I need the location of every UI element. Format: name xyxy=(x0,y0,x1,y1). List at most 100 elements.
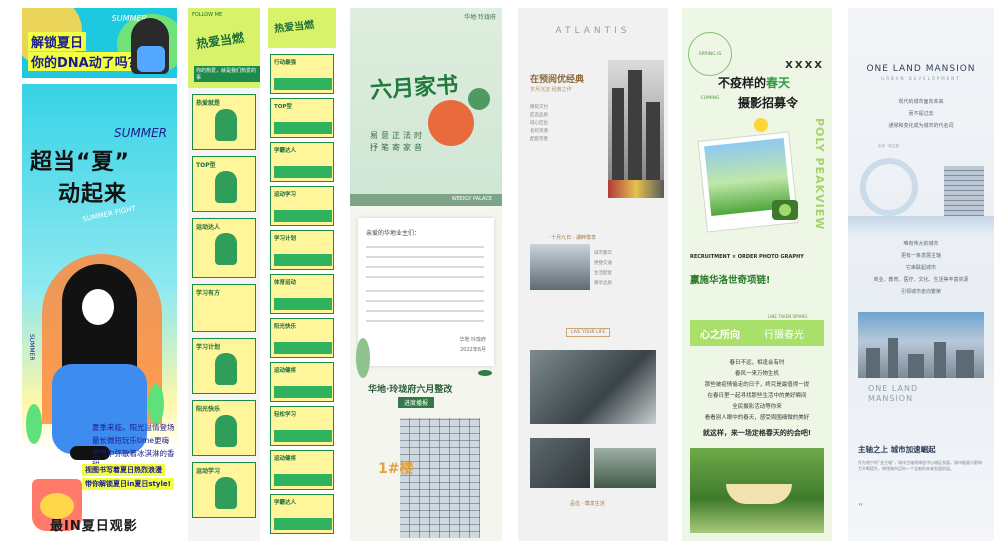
quote-mark: “ xyxy=(858,502,864,513)
education-poster: FOLLOW ME 热爱当燃 你的热爱，就是我们热爱的事 热爱就是 TOP型 运… xyxy=(188,8,260,541)
body-line-2: 最长微短玩乐time更嗨 xyxy=(92,436,169,445)
person-icon xyxy=(215,233,237,265)
vertical-brand: POLY PEAKVIEW xyxy=(813,118,826,231)
headline-2: 动起来 xyxy=(58,182,128,207)
mansion-subbrand: URBAN DEVELOPMENT xyxy=(881,76,961,81)
text-line xyxy=(366,320,484,322)
text-line xyxy=(366,276,484,278)
band-label: WEEKLY PALACE xyxy=(451,196,492,202)
summer-poster-header: SUMMER 解锁夏日 你的DNA动了吗？ xyxy=(22,8,177,78)
card-title: 阳光快乐 xyxy=(274,324,297,330)
spring-badge: SPRING IS COMING xyxy=(688,32,732,101)
card-bar xyxy=(274,386,332,398)
info-card: 轻松学习 xyxy=(270,406,334,446)
highlight-1: 视图书写着夏日热烈浪漫 xyxy=(82,464,165,476)
card-bar xyxy=(274,474,332,486)
list-item: 匠造品质 xyxy=(530,113,548,118)
info-card: 运动学习 xyxy=(270,186,334,226)
info-card: 运动健将 xyxy=(270,362,334,402)
atlantis-brand: ATLANTIS xyxy=(555,26,631,36)
card-title: 运动健将 xyxy=(274,368,297,374)
mid-line: 引领城市走向繁荣 xyxy=(900,289,941,295)
bottom-headline: 最IN夏日观影 xyxy=(50,519,138,534)
interior-photo xyxy=(530,438,590,488)
green-banner: LINE TAKEN SPRING 心之所向 行摄春光 xyxy=(690,314,824,346)
building-shape xyxy=(908,354,924,378)
side-label: SUMMER xyxy=(28,334,35,361)
floor-label: 1#楼 xyxy=(378,461,414,477)
header-line-1: 解锁夏日 xyxy=(28,32,87,51)
section-paragraph: 作为南宁的“金主轴”，城市主轴线串起中心城区发展，城市能级与影响力不断提升，带领… xyxy=(858,460,983,471)
character-face xyxy=(82,289,114,325)
list-item: 精装交付 xyxy=(530,105,548,110)
city-photo xyxy=(530,244,590,290)
section-header: · 十月九日 · 湖畔尊享 xyxy=(548,235,596,241)
info-card: 学习计划 xyxy=(270,230,334,270)
card-title: TOP型 xyxy=(274,104,292,110)
camera-icon xyxy=(772,200,798,220)
info-card: 运动学习 xyxy=(192,462,256,518)
education-subtitle: 你的热爱，就是我们热爱的事 xyxy=(194,66,260,82)
card-title: 学霸达人 xyxy=(274,148,297,154)
orange-sun-shape xyxy=(428,100,474,146)
education-strip: 热爱当燃 行动最强 TOP型 学霸达人 运动学习 学习计划 体育运动 阳光快乐 … xyxy=(268,8,336,541)
card-bar xyxy=(274,430,332,442)
watermark-line-1: ONE LAND xyxy=(868,384,919,393)
person-icon xyxy=(215,109,237,141)
text-line xyxy=(366,290,484,292)
green-band: WEEKLY PALACE xyxy=(350,194,502,206)
intro-signature: 未来 · 新主城 xyxy=(878,144,899,148)
person-icon xyxy=(215,477,237,509)
info-card: 阳光快乐 xyxy=(270,318,334,358)
body-line: 看看别人眼中的春天，感受周围细微的美好 xyxy=(704,415,810,421)
recruitment-label: RECRUITMENT × ORDER PHOTO GRAPHY xyxy=(690,254,804,260)
june-letter-poster: 华地·玲珑府 六月家书 易意正法时 抒笔寄家音 WEEKLY PALACE 亲爱… xyxy=(350,8,502,541)
feature-line: 便捷交通 xyxy=(594,261,612,266)
card-bar xyxy=(274,342,332,354)
card-title: 学习有方 xyxy=(196,290,221,297)
card-bar xyxy=(274,122,332,134)
progress-title: 华地·玲珑府六月整改 xyxy=(368,385,453,395)
watermark-line-2: MANSION xyxy=(868,394,914,403)
card-title: 阳光快乐 xyxy=(196,406,221,413)
footer-label: 品位 · 尊享生活 xyxy=(570,501,605,507)
info-card: 运动达人 xyxy=(192,218,256,278)
card-title: 运动健将 xyxy=(274,456,297,462)
banner-caption: LINE TAKEN SPRING xyxy=(768,314,808,319)
rooftop-photo xyxy=(530,350,656,424)
garden-photo xyxy=(594,448,656,488)
card-bar xyxy=(274,210,332,222)
info-card: 学习有方 xyxy=(192,284,256,332)
calligraphy-title: 六月家书 xyxy=(369,71,459,105)
follow-label: FOLLOW ME xyxy=(192,12,223,18)
card-title: 体育运动 xyxy=(274,280,297,286)
headline-1b: 春天 xyxy=(766,76,791,90)
city-aerial-photo xyxy=(858,312,984,378)
progress-badge: 进度播报 xyxy=(398,397,435,408)
water-reflection xyxy=(848,216,994,236)
intro-line: 通常和变化成为城市的代名词 xyxy=(888,123,954,129)
building-shape xyxy=(866,348,880,378)
atlantis-title: 在预阅优经典 xyxy=(530,75,585,85)
watermark-brand: ONE LAND MANSION xyxy=(868,384,918,404)
banner-text-2: 行摄春光 xyxy=(764,330,804,341)
info-card: 行动最强 xyxy=(270,54,334,94)
person-icon xyxy=(215,353,237,385)
headline-1: 不疫样的春天 xyxy=(718,74,790,91)
summer-poster: SUMMER 超当“夏” 动起来 SUMMER FIGHT SUMMER 夏季来… xyxy=(22,84,177,541)
info-card: 学习计划 xyxy=(192,338,256,394)
poem-line-2: 抒笔寄家音 xyxy=(370,143,425,152)
mid-line: 唯有伟大的城市 xyxy=(903,241,939,247)
list-item: 名校资源 xyxy=(530,129,548,134)
glass-ring-shape xyxy=(860,158,918,216)
body-line: 那些被疫情偷走的日子，终究是最值得一提 xyxy=(704,382,810,388)
building-shape xyxy=(888,338,898,378)
card-title: 轻松学习 xyxy=(274,412,297,418)
letter-signature: 华地·玲珑府 xyxy=(459,337,486,343)
card-bar xyxy=(274,298,332,310)
card-bar xyxy=(274,166,332,178)
atlantis-subtitle: 岁月沉淀 经典之作 xyxy=(530,87,572,93)
tower-shape xyxy=(628,70,642,198)
section-headline: 主轴之上 城市加速崛起 xyxy=(858,445,936,454)
headline-2: 摄影招募令 xyxy=(738,96,799,110)
